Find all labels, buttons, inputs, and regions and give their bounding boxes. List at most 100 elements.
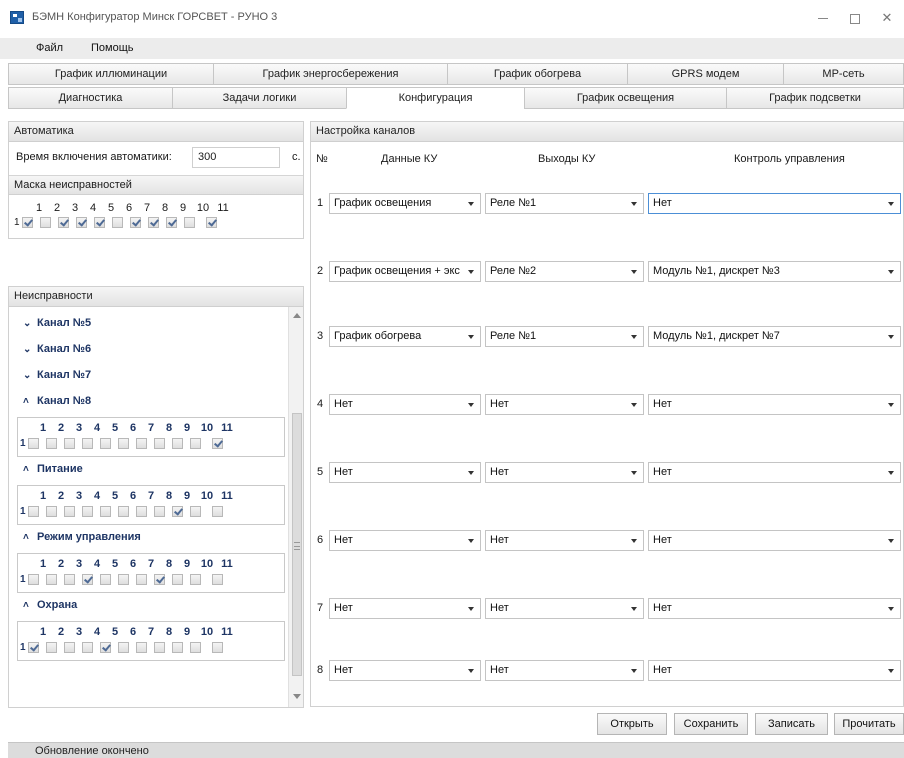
channel-output-select[interactable]: Нет: [485, 394, 644, 415]
minimize-button[interactable]: [808, 5, 838, 31]
fault-channel-6[interactable]: ⌄ Канал №6: [23, 343, 91, 355]
channel-data-select[interactable]: График обогрева: [329, 326, 481, 347]
faults-scrollbar[interactable]: [288, 307, 303, 707]
tab-logic-tasks[interactable]: Задачи логики: [172, 87, 346, 109]
mask-checkbox[interactable]: [22, 217, 33, 228]
close-button[interactable]: ✕: [872, 5, 902, 31]
fault-channel-7[interactable]: ⌄ Канал №7: [23, 369, 91, 381]
fault-checkbox[interactable]: [100, 574, 111, 585]
fault-checkbox[interactable]: [100, 506, 111, 517]
scroll-down-icon[interactable]: [293, 694, 301, 699]
tab-lighting-schedule[interactable]: График освещения: [524, 87, 726, 109]
mask-checkbox[interactable]: [206, 217, 217, 228]
fault-checkbox[interactable]: [172, 574, 183, 585]
fault-checkbox[interactable]: [212, 642, 223, 653]
channel-output-select[interactable]: Нет: [485, 660, 644, 681]
fault-checkbox[interactable]: [136, 438, 147, 449]
channel-data-select[interactable]: График освещения + экс: [329, 261, 481, 282]
tab-heating-schedule[interactable]: График обогрева: [447, 63, 627, 85]
fault-group-4[interactable]: ˄ Охрана: [23, 599, 77, 611]
channel-output-select[interactable]: Реле №2: [485, 261, 644, 282]
fault-checkbox[interactable]: [118, 506, 129, 517]
fault-checkbox[interactable]: [100, 438, 111, 449]
fault-checkbox[interactable]: [136, 574, 147, 585]
fault-checkbox[interactable]: [172, 642, 183, 653]
fault-checkbox[interactable]: [136, 506, 147, 517]
mask-checkbox[interactable]: [184, 217, 195, 228]
channel-data-select[interactable]: Нет: [329, 598, 481, 619]
open-button[interactable]: Открыть: [597, 713, 667, 735]
channel-output-select[interactable]: Нет: [485, 462, 644, 483]
mask-checkbox[interactable]: [166, 217, 177, 228]
fault-checkbox[interactable]: [212, 506, 223, 517]
fault-checkbox[interactable]: [64, 574, 75, 585]
fault-checkbox[interactable]: [82, 574, 93, 585]
fault-checkbox[interactable]: [64, 506, 75, 517]
write-button[interactable]: Записать: [755, 713, 828, 735]
channel-data-select[interactable]: Нет: [329, 660, 481, 681]
fault-channel-5[interactable]: ⌄ Канал №5: [23, 317, 91, 329]
fault-group-3[interactable]: ˄ Режим управления: [23, 531, 141, 543]
channel-data-select[interactable]: Нет: [329, 462, 481, 483]
fault-checkbox[interactable]: [28, 506, 39, 517]
channel-control-select[interactable]: Нет: [648, 660, 901, 681]
fault-checkbox[interactable]: [28, 574, 39, 585]
fault-checkbox[interactable]: [154, 574, 165, 585]
mask-checkbox[interactable]: [76, 217, 87, 228]
fault-checkbox[interactable]: [136, 642, 147, 653]
read-button[interactable]: Прочитать: [834, 713, 904, 735]
mask-checkbox[interactable]: [40, 217, 51, 228]
fault-checkbox[interactable]: [172, 438, 183, 449]
fault-checkbox[interactable]: [46, 642, 57, 653]
scrollbar-thumb[interactable]: [292, 413, 302, 676]
tab-configuration[interactable]: Конфигурация: [346, 87, 524, 109]
channel-control-select[interactable]: Нет: [648, 598, 901, 619]
fault-checkbox[interactable]: [46, 506, 57, 517]
menu-file[interactable]: Файл: [36, 42, 63, 54]
fault-checkbox[interactable]: [190, 574, 201, 585]
fault-group-2[interactable]: ˄ Питание: [23, 463, 83, 475]
fault-checkbox[interactable]: [64, 642, 75, 653]
fault-checkbox[interactable]: [64, 438, 75, 449]
mask-checkbox[interactable]: [58, 217, 69, 228]
fault-checkbox[interactable]: [28, 438, 39, 449]
fault-checkbox[interactable]: [212, 574, 223, 585]
save-button[interactable]: Сохранить: [674, 713, 748, 735]
maximize-button[interactable]: [840, 5, 870, 31]
mask-checkbox[interactable]: [130, 217, 141, 228]
mask-checkbox[interactable]: [112, 217, 123, 228]
fault-checkbox[interactable]: [154, 506, 165, 517]
mask-checkbox[interactable]: [148, 217, 159, 228]
fault-checkbox[interactable]: [28, 642, 39, 653]
fault-checkbox[interactable]: [190, 506, 201, 517]
tab-illumination-schedule[interactable]: График иллюминации: [8, 63, 213, 85]
fault-group-1[interactable]: ˄ Канал №8: [23, 395, 91, 407]
fault-checkbox[interactable]: [118, 642, 129, 653]
fault-checkbox[interactable]: [190, 438, 201, 449]
fault-checkbox[interactable]: [118, 574, 129, 585]
fault-checkbox[interactable]: [82, 438, 93, 449]
tab-backlight-schedule[interactable]: График подсветки: [726, 87, 904, 109]
fault-checkbox[interactable]: [100, 642, 111, 653]
automation-time-input[interactable]: 300: [192, 147, 280, 168]
fault-checkbox[interactable]: [118, 438, 129, 449]
fault-checkbox[interactable]: [46, 438, 57, 449]
channel-control-select[interactable]: Нет: [648, 394, 901, 415]
channel-output-select[interactable]: Реле №1: [485, 193, 644, 214]
tab-gprs-modem[interactable]: GPRS модем: [627, 63, 783, 85]
channel-output-select[interactable]: Нет: [485, 598, 644, 619]
scroll-up-icon[interactable]: [293, 313, 301, 318]
channel-control-select[interactable]: Модуль №1, дискрет №3: [648, 261, 901, 282]
fault-checkbox[interactable]: [82, 506, 93, 517]
mask-checkbox[interactable]: [94, 217, 105, 228]
channel-data-select[interactable]: Нет: [329, 394, 481, 415]
tab-mp-network[interactable]: MP-сеть: [783, 63, 904, 85]
fault-checkbox[interactable]: [46, 574, 57, 585]
channel-data-select[interactable]: Нет: [329, 530, 481, 551]
fault-checkbox[interactable]: [190, 642, 201, 653]
channel-data-select[interactable]: График освещения: [329, 193, 481, 214]
channel-control-select[interactable]: Нет: [648, 193, 901, 214]
fault-checkbox[interactable]: [172, 506, 183, 517]
channel-control-select[interactable]: Модуль №1, дискрет №7: [648, 326, 901, 347]
channel-output-select[interactable]: Нет: [485, 530, 644, 551]
